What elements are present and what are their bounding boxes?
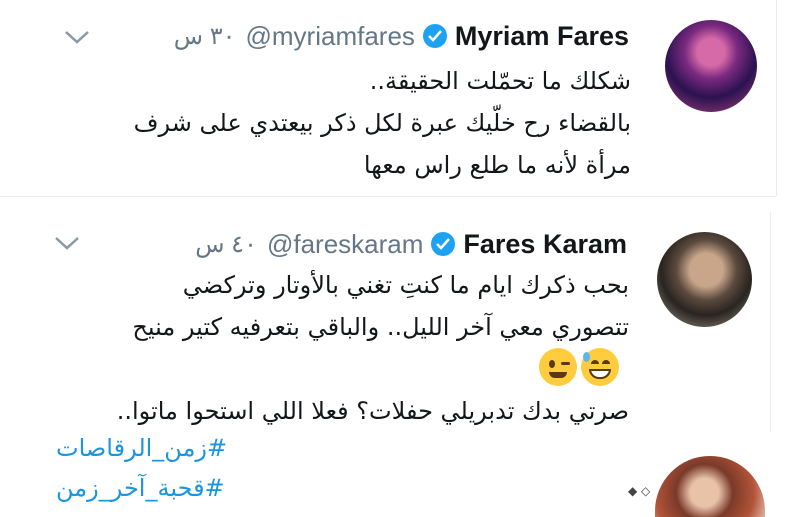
avatar[interactable] xyxy=(657,232,752,327)
tweet-text-line: تتصوري معي آخر الليل.. والباقي بتعرفيه ك… xyxy=(132,313,629,341)
tweet-text: صرتي بدك تدبريلي حفلات؟ فعلا اللي استحوا… xyxy=(9,390,629,432)
hashtag-link[interactable]: #زمن_الرقاصات xyxy=(56,428,227,468)
tweet-handle[interactable]: @fareskaram xyxy=(267,229,423,260)
emoji-row xyxy=(539,348,619,386)
divider xyxy=(776,0,777,196)
avatar[interactable] xyxy=(655,456,765,517)
grinning-sweat-face-icon xyxy=(581,348,619,386)
tweet-card[interactable]: ٤٠ س @fareskaram Fares Karam بحب ذكرك اي… xyxy=(0,0,776,517)
winking-face-icon xyxy=(539,348,577,386)
decorative-dots: ◆ ◇ xyxy=(628,484,651,498)
tweet-text-line: بحب ذكرك ايام ما كنتِ تغني بالأوتار وترك… xyxy=(182,271,629,299)
tweet-text: بحب ذكرك ايام ما كنتِ تغني بالأوتار وترك… xyxy=(9,264,629,348)
divider xyxy=(770,212,771,432)
tweet-text-line: صرتي بدك تدبريلي حفلات؟ فعلا اللي استحوا… xyxy=(116,397,629,425)
hashtag-link[interactable]: #قحبة_آخر_زمن xyxy=(56,468,225,508)
tweet-timestamp[interactable]: ٤٠ س xyxy=(195,230,257,259)
chevron-down-icon[interactable] xyxy=(52,233,82,253)
verified-badge-icon xyxy=(431,232,456,256)
tweet-header: ٤٠ س @fareskaram Fares Karam xyxy=(195,224,627,264)
display-name[interactable]: Fares Karam xyxy=(463,229,627,260)
